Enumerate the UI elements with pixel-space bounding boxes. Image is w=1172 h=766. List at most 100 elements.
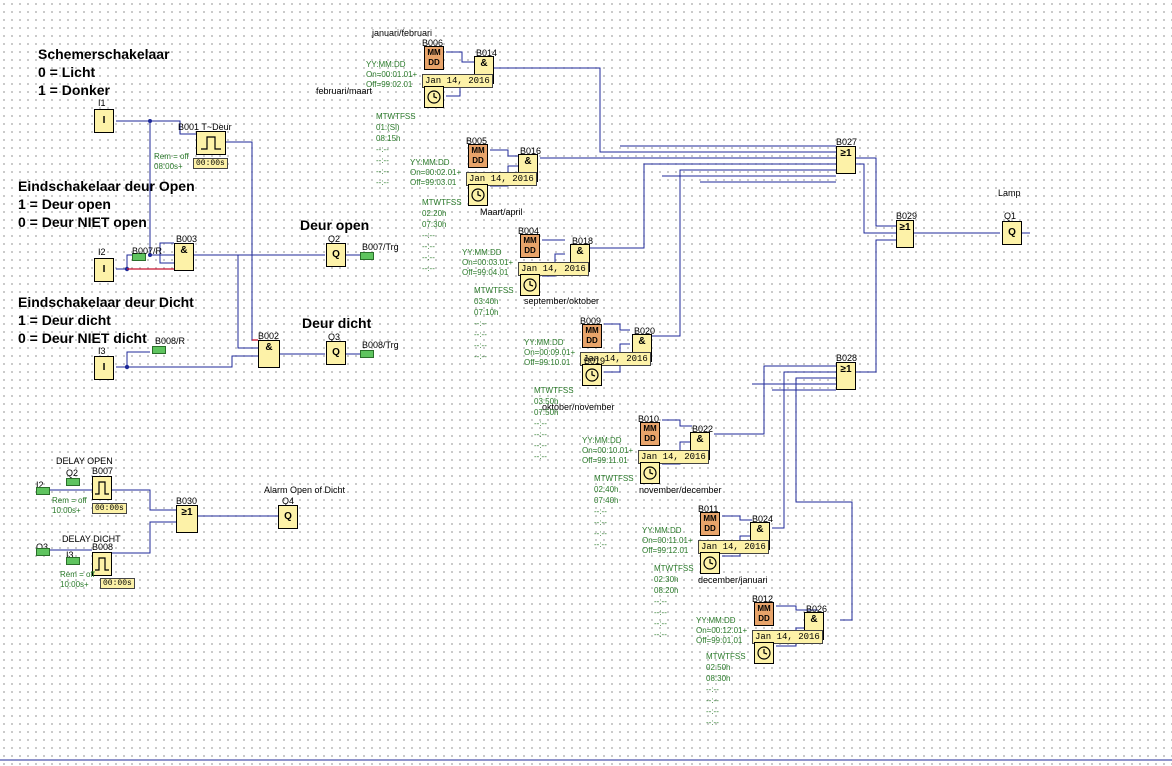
timer-line: --:-- — [594, 518, 607, 527]
timer-line: --:-- — [706, 696, 719, 705]
and-symbol: & — [480, 58, 488, 69]
output-q2-block[interactable]: Q — [326, 243, 346, 267]
q3-flag — [36, 548, 50, 556]
b027-or-block[interactable]: ≥1 — [836, 146, 856, 174]
b001-timer-block[interactable] — [196, 131, 226, 155]
dd-symbol: DD — [524, 246, 536, 255]
clock-timer-block[interactable] — [754, 642, 774, 664]
dd-symbol: DD — [472, 156, 484, 165]
b007trg-flag — [360, 252, 374, 260]
timer-line: 07:10h — [474, 308, 499, 317]
input-i1-block[interactable]: I — [94, 109, 114, 133]
clock-timer-block[interactable] — [468, 184, 488, 206]
clock-timer-block[interactable] — [582, 364, 602, 386]
date-format: YY:MM:DD — [524, 338, 564, 347]
timer-line: MTWTFSS — [376, 112, 416, 121]
clock-icon — [757, 646, 771, 660]
b007-rem-time: 10:00s+ — [52, 506, 81, 515]
clock-timer-block[interactable] — [520, 274, 540, 296]
b008trg-flag — [360, 350, 374, 358]
date-on: On=00:11.01+ — [642, 536, 693, 545]
date-switch-block[interactable]: MM DD — [582, 324, 602, 348]
alarm-label: Alarm Open of Dicht — [264, 485, 346, 495]
output-q3-block[interactable]: Q — [326, 341, 346, 365]
timer-line: --:-- — [534, 430, 547, 439]
b002-and-block[interactable]: & — [258, 340, 280, 368]
and-symbol: & — [756, 524, 764, 535]
and-symbol: & — [524, 156, 532, 167]
and-symbol: & — [696, 434, 704, 445]
date-switch-block[interactable]: MM DD — [640, 422, 660, 446]
date-format: YY:MM:DD — [366, 60, 406, 69]
mm-symbol: MM — [585, 326, 599, 335]
timer-line: --:-- — [422, 264, 435, 273]
timer-title: februari/maart — [316, 86, 373, 96]
timer-line: --:-- — [654, 608, 667, 617]
and-symbol: & — [638, 336, 646, 347]
pulse-icon — [95, 481, 109, 495]
date-format: YY:MM:DD — [462, 248, 502, 257]
date-switch-block[interactable]: MM DD — [424, 46, 444, 70]
timer-title: Maart/april — [480, 207, 523, 217]
timer-line: --:-- — [534, 452, 547, 461]
timer-line: --:-- — [474, 319, 487, 328]
month-title: januari/februari — [372, 28, 433, 38]
dicht-switch-1-label: 1 = Deur dicht — [18, 312, 111, 328]
clock-icon — [471, 188, 485, 202]
open-switch-0-label: 0 = Deur NIET open — [18, 214, 147, 230]
mm-symbol: MM — [471, 146, 485, 155]
b008r-flag — [152, 346, 166, 354]
clock-block-label: B019 — [584, 356, 606, 366]
timer-title: december/januari — [698, 575, 768, 585]
b007-delay-block[interactable] — [92, 476, 112, 500]
or-symbol: ≥1 — [840, 364, 852, 375]
date-on: On=00:09.01+ — [524, 348, 576, 357]
clock-timer-block[interactable] — [640, 462, 660, 484]
i1-label: I1 — [98, 98, 106, 108]
clock-timer-block[interactable] — [700, 552, 720, 574]
date-off: Off=99:12.01 — [642, 546, 689, 555]
b028-or-block[interactable]: ≥1 — [836, 362, 856, 390]
timer-line: --:-- — [594, 529, 607, 538]
date-switch-block[interactable]: MM DD — [468, 144, 488, 168]
clock-timer-block[interactable] — [424, 86, 444, 108]
date-format: YY:MM:DD — [696, 616, 736, 625]
dd-symbol: DD — [644, 434, 656, 443]
or-symbol: ≥1 — [899, 222, 911, 233]
output-q4-block[interactable]: Q — [278, 505, 298, 529]
clock-icon — [427, 90, 441, 104]
b008trg-label: B008/Trg — [362, 340, 399, 350]
b008-delay-block[interactable] — [92, 552, 112, 576]
timer-line: --:-- — [594, 540, 607, 549]
timer-line: --:-- — [706, 718, 719, 727]
timer-line: --:-- — [422, 253, 435, 262]
schemer-title: Schemerschakelaar — [38, 46, 170, 62]
date-on: On=00:12.01+ — [696, 626, 748, 635]
date-off: Off=99:10.01 — [524, 358, 571, 367]
clock-icon — [643, 466, 657, 480]
open-switch-title: Eindschakelaar deur Open — [18, 178, 195, 194]
input-i3-block[interactable]: I — [94, 356, 114, 380]
date-format: YY:MM:DD — [642, 526, 682, 535]
timer-title: november/december — [639, 485, 722, 495]
b003-and-block[interactable]: & — [174, 243, 194, 271]
output-q1-block[interactable]: Q — [1002, 221, 1022, 245]
timer-line: 07:40h — [594, 496, 619, 505]
open-switch-1-label: 1 = Deur open — [18, 196, 111, 212]
and-symbol: & — [180, 245, 188, 256]
timer-line: 02:40h — [594, 485, 619, 494]
date-on: On=00:10.01+ — [582, 446, 634, 455]
date-switch-block[interactable]: MM DD — [520, 234, 540, 258]
timer-line: MTWTFSS — [474, 286, 514, 295]
b008-rem-time: 10:00s+ — [60, 580, 89, 589]
timer-line: --:-- — [474, 341, 487, 350]
date-switch-block[interactable]: MM DD — [754, 602, 774, 626]
or-symbol: ≥1 — [840, 148, 852, 159]
b029-or-block[interactable]: ≥1 — [896, 220, 914, 248]
timer-line: --:-- — [534, 441, 547, 450]
and-symbol: & — [265, 342, 273, 353]
date-switch-block[interactable]: MM DD — [700, 512, 720, 536]
b030-or-block[interactable]: ≥1 — [176, 505, 198, 533]
input-i2-block[interactable]: I — [94, 258, 114, 282]
date-off: Off=99:03.01 — [410, 178, 457, 187]
